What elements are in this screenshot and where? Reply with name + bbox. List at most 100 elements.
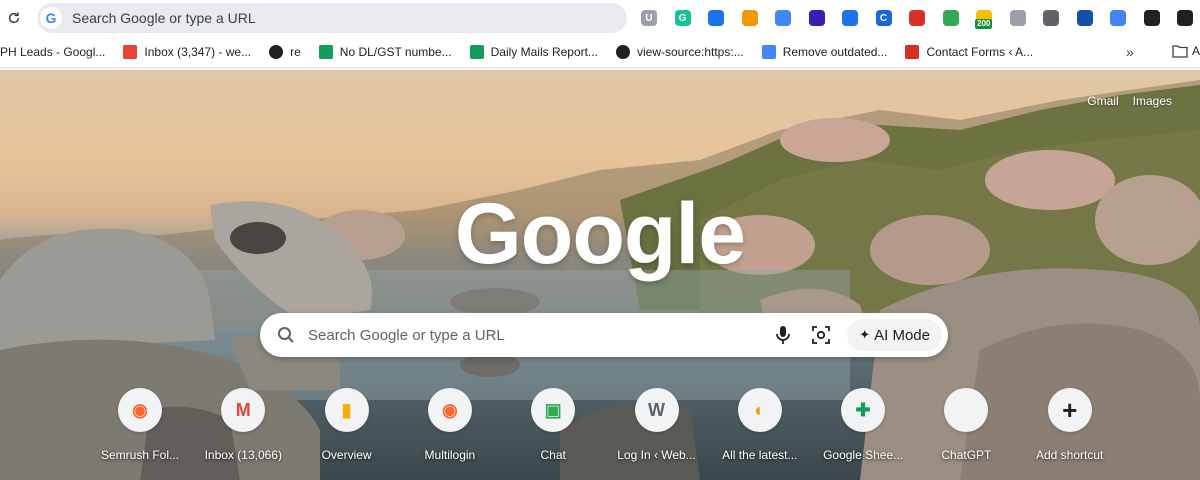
extension-button[interactable]	[705, 7, 727, 29]
google-logo: Google	[454, 186, 746, 282]
analytics-icon: ▮	[324, 388, 369, 432]
reload-button[interactable]	[4, 8, 24, 28]
extension-badge: 200	[975, 19, 993, 29]
news-icon: ◐	[737, 388, 782, 432]
shortcut-label: Log In ‹ Web...	[617, 448, 696, 462]
bookmark-item[interactable]: Inbox (3,347) - we...	[123, 40, 259, 64]
bookmark-item[interactable]: Daily Mails Report...	[469, 40, 606, 64]
shortcut-tile[interactable]: + Add shortcut	[1018, 388, 1122, 462]
shortcut-label: Chat	[540, 448, 566, 462]
other-bookmarks-folder[interactable]: A	[1172, 44, 1200, 58]
bookmark-item[interactable]: re	[269, 40, 309, 64]
extension-button[interactable]	[1141, 7, 1163, 29]
extension-button[interactable]	[772, 7, 794, 29]
shortcuts-grid: ◉ Semrush Fol... M Inbox (13,066) ▮ Overview ◉…	[88, 388, 1118, 474]
download-icon	[1177, 10, 1193, 26]
reload-icon	[8, 12, 20, 24]
semrush-icon: ◉	[427, 388, 472, 432]
gmail-icon	[123, 44, 138, 59]
plus-icon: +	[1047, 388, 1092, 432]
extension-button[interactable]	[1040, 7, 1062, 29]
bookmark-label: PH Leads - Googl...	[0, 44, 106, 59]
microphone-icon	[776, 326, 791, 344]
gear-sun-icon	[741, 10, 758, 26]
shortcut-label: Overview	[321, 448, 372, 462]
link-icon	[1110, 10, 1126, 26]
shortcut-tile[interactable]: ✚ Google Shee...	[811, 388, 915, 462]
sheets-icon	[469, 44, 484, 59]
check-icon	[905, 44, 920, 59]
bookmark-label: Daily Mails Report...	[490, 44, 598, 59]
shortcut-tile[interactable]: ChatGPT	[914, 388, 1018, 462]
extension-button[interactable]: 200	[973, 7, 995, 29]
extension-button[interactable]	[739, 7, 761, 29]
bookmark-item[interactable]: Contact Forms ‹ A...	[905, 40, 1041, 64]
extensions-row: U G C 200	[638, 5, 1200, 31]
ntp-search-box[interactable]: Search Google or type a URL ✦ AI Mode	[260, 313, 948, 357]
extension-button[interactable]	[906, 7, 928, 29]
shortcut-label: All the latest...	[722, 448, 798, 462]
extension-button[interactable]	[1074, 7, 1096, 29]
semrush-ext-icon	[909, 10, 925, 26]
shortcut-label: ChatGPT	[941, 448, 992, 462]
extension-button[interactable]: C	[873, 7, 895, 29]
omnibox-text: Search Google or type a URL	[72, 10, 256, 26]
shortcut-tile[interactable]: ◉ Multilogin	[398, 388, 502, 462]
sparkle-search-icon: ✦	[859, 327, 871, 342]
top-links: Gmail Images	[1087, 94, 1172, 108]
flag-icon	[1076, 10, 1093, 26]
camera-lens-icon	[812, 326, 831, 344]
bookmark-label: Remove outdated...	[782, 44, 888, 59]
globe-icon	[269, 44, 284, 59]
extension-button[interactable]	[1174, 7, 1196, 29]
extension-button[interactable]	[839, 7, 861, 29]
shortcut-tile[interactable]: M Inbox (13,066)	[191, 388, 295, 462]
bookmark-item[interactable]: view-source:https:...	[615, 40, 752, 64]
u-icon: U	[641, 10, 657, 26]
browser-toolbar: G Search Google or type a URL U G C 200	[0, 0, 1200, 36]
images-link[interactable]: Images	[1133, 94, 1172, 108]
google-chat-icon: ▣	[531, 388, 576, 432]
bookmark-item[interactable]: No DL/GST numbe...	[318, 40, 460, 64]
shortcut-tile[interactable]: W Log In ‹ Web...	[605, 388, 709, 462]
shortcut-tile[interactable]: ◐ All the latest...	[708, 388, 812, 462]
extension-button[interactable]	[940, 7, 962, 29]
folder-icon	[1172, 45, 1188, 58]
shortcut-label: Add shortcut	[1036, 448, 1104, 462]
gmail-icon: M	[221, 388, 266, 432]
omnibox[interactable]: G Search Google or type a URL	[37, 3, 627, 33]
shortcut-tile[interactable]: ◉ Semrush Fol...	[88, 388, 192, 462]
gmail-link[interactable]: Gmail	[1087, 94, 1118, 108]
bookmark-item[interactable]: PH Leads - Googl...	[0, 40, 113, 64]
bookmarks-overflow-button[interactable]: »	[1126, 44, 1134, 60]
voice-search-button[interactable]	[771, 323, 795, 347]
extension-button[interactable]	[1107, 7, 1129, 29]
wordpress-icon: W	[634, 388, 679, 432]
folder-label: A	[1192, 44, 1200, 58]
doc-icon	[1043, 10, 1059, 26]
globe-icon	[615, 44, 630, 59]
shortcut-tile[interactable]: ▣ Chat	[501, 388, 605, 462]
extension-button[interactable]: G	[672, 7, 694, 29]
extension-button[interactable]: U	[638, 7, 660, 29]
shortcut-tile[interactable]: ▮ Overview	[295, 388, 399, 462]
bookmark-label: view-source:https:...	[636, 44, 744, 59]
extension-button[interactable]	[806, 7, 828, 29]
bookmark-item[interactable]: Remove outdated...	[761, 40, 896, 64]
extension-button[interactable]	[1007, 7, 1029, 29]
globe-icon	[1009, 10, 1026, 26]
diamond-icon	[808, 10, 825, 26]
shortcut-label: Semrush Fol...	[100, 448, 180, 462]
bookmark-label: Contact Forms ‹ A...	[926, 44, 1034, 59]
cog-icon	[842, 10, 858, 26]
semrush-icon: ◉	[118, 388, 162, 432]
google-g-icon: G	[40, 7, 62, 29]
lens-search-button[interactable]	[809, 323, 833, 347]
shortcut-label: Inbox (13,066)	[204, 448, 282, 462]
ai-mode-button[interactable]: ✦ AI Mode	[847, 319, 942, 351]
puzzle-icon	[1143, 10, 1160, 26]
shortcut-label: Google Shee...	[823, 448, 904, 462]
bookmark-label: re	[290, 44, 301, 59]
shortcut-label: Multilogin	[424, 448, 476, 462]
sheets-icon: ✚	[841, 388, 886, 432]
